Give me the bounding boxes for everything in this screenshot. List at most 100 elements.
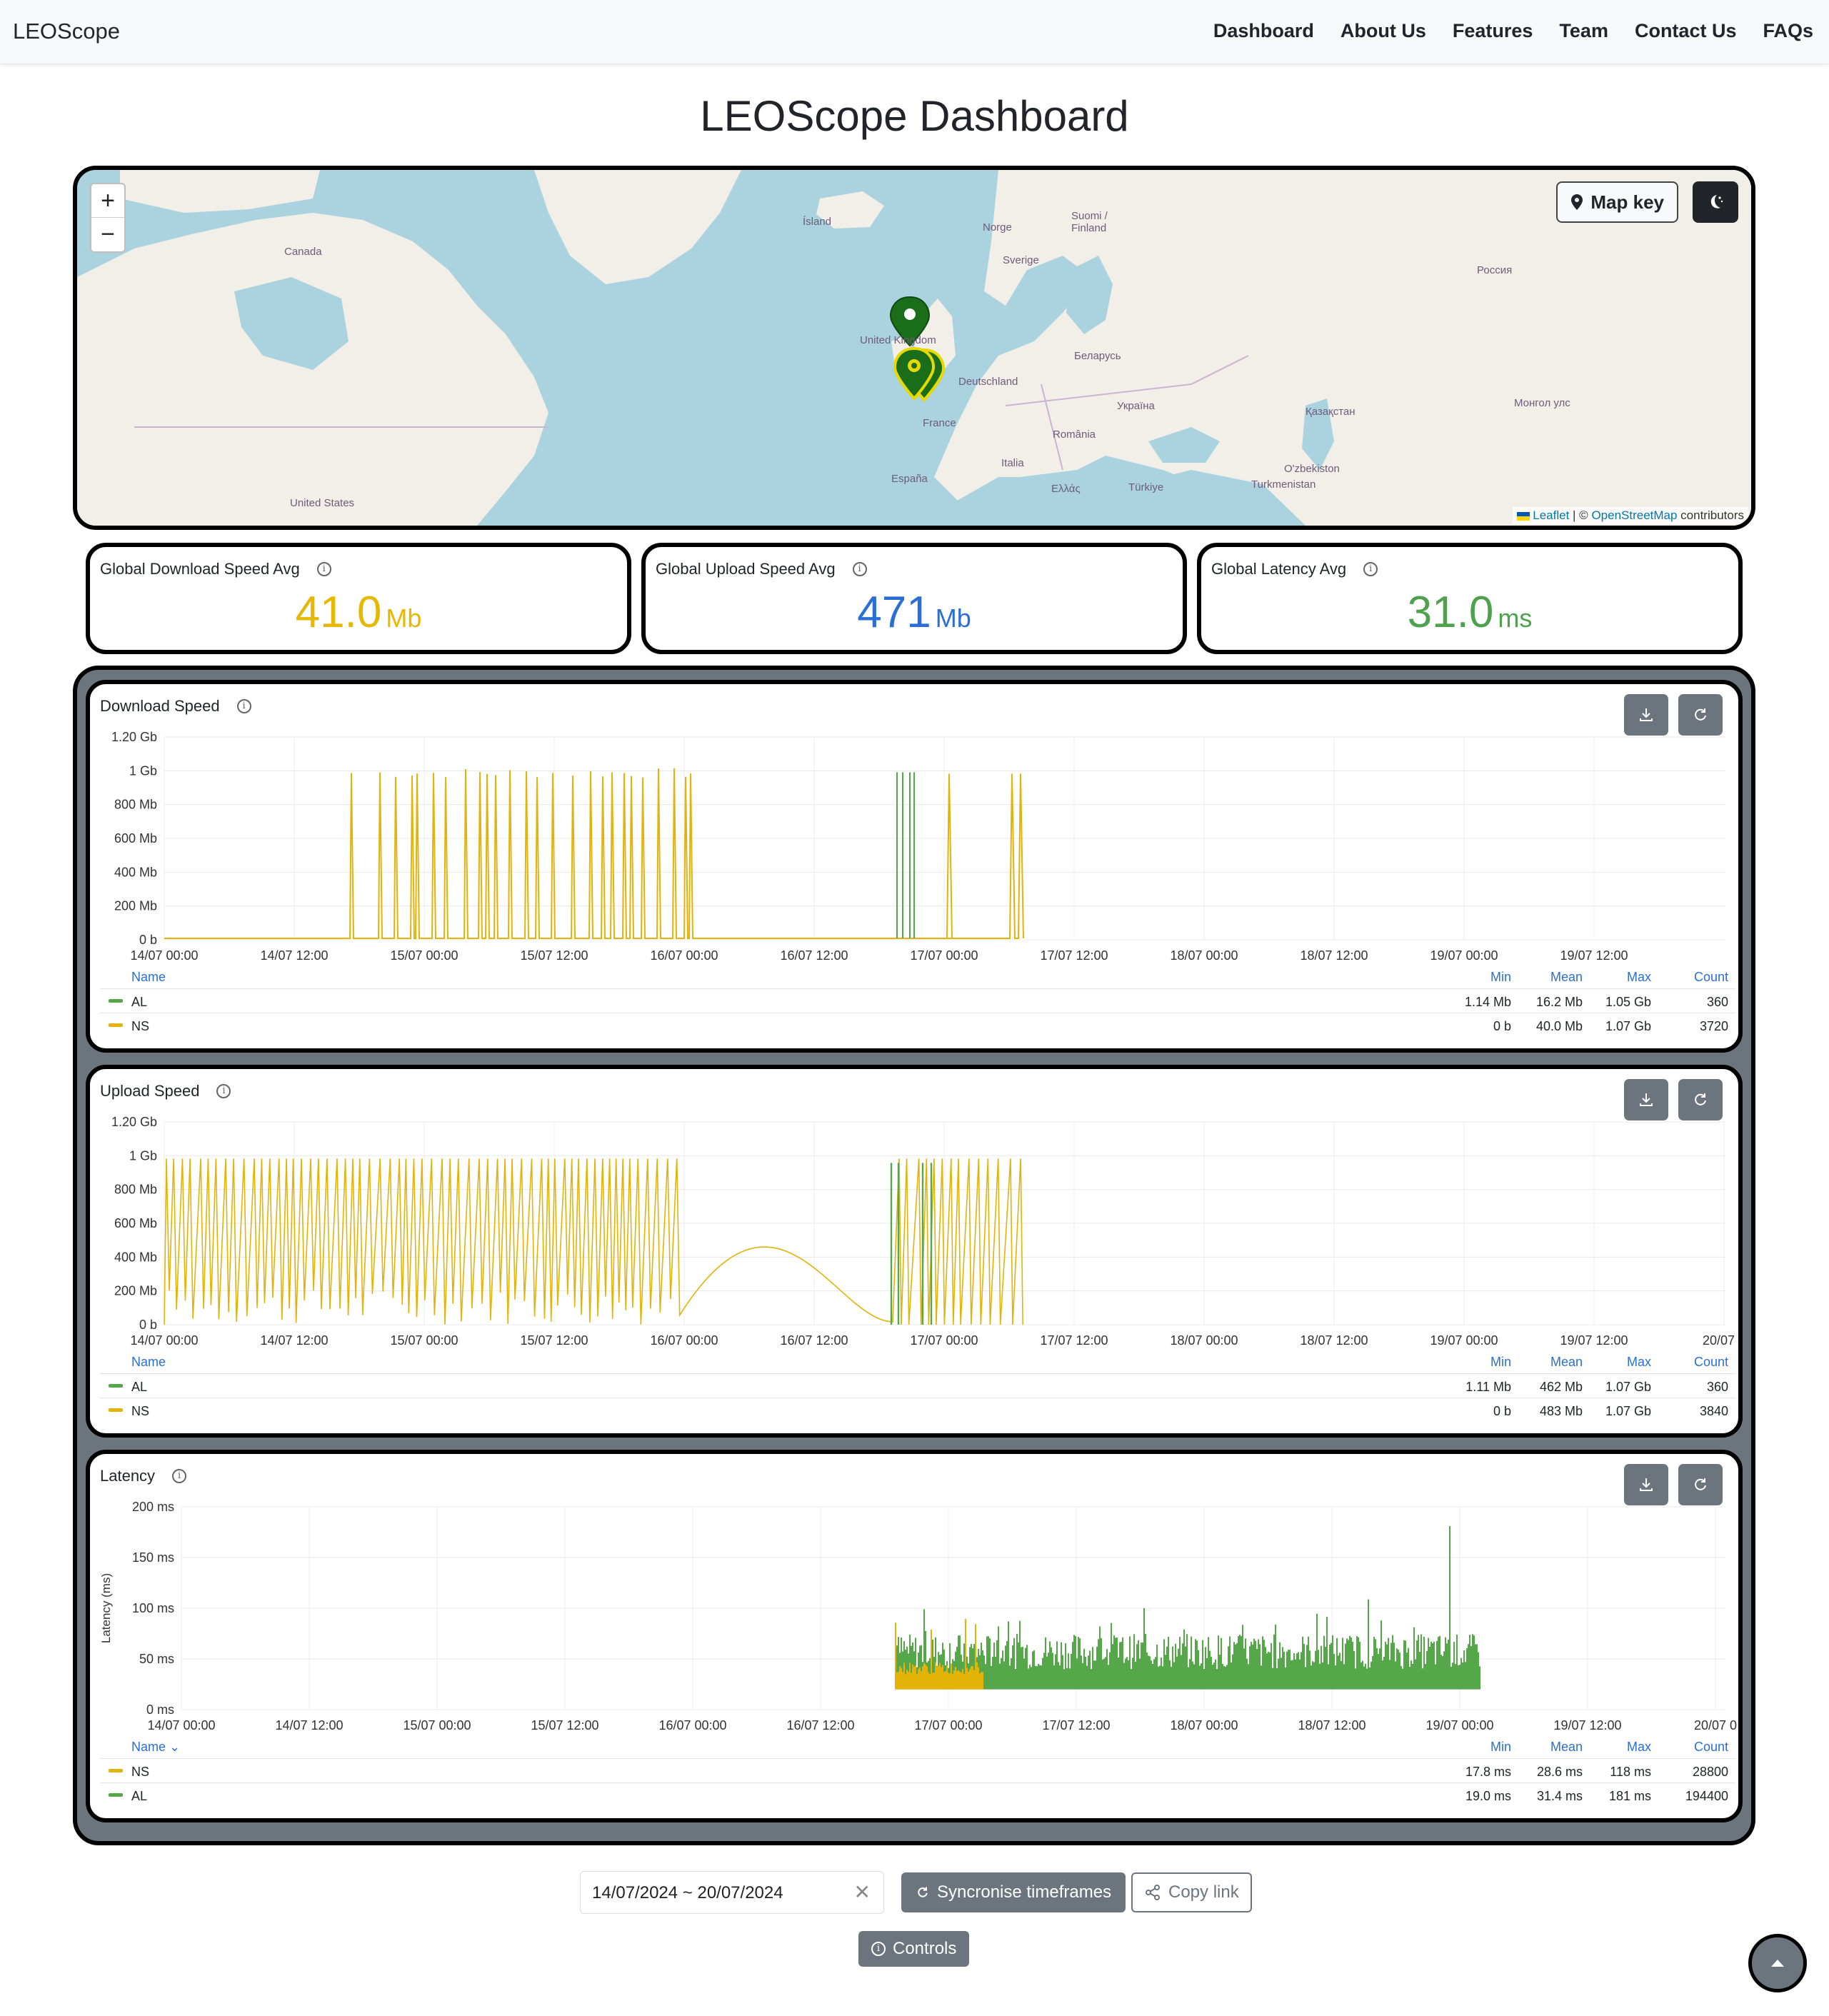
page-title: LEOScope Dashboard: [700, 92, 1129, 140]
series-swatch: [109, 1384, 123, 1388]
legend-header-count[interactable]: Count: [1694, 1740, 1728, 1755]
stat-title: Global Upload Speed Avg: [656, 560, 836, 578]
legend-header-min[interactable]: Min: [1490, 1355, 1511, 1370]
brand-logo[interactable]: LEOScope: [13, 19, 120, 44]
legend-header-name[interactable]: Name: [131, 970, 166, 985]
y-tick-label: 600 Mb: [114, 831, 157, 846]
nav-dashboard[interactable]: Dashboard: [1213, 20, 1314, 42]
share-icon: [1146, 1885, 1160, 1900]
chart-legend: Name Min Mean Max Count AL 1.11 Mb 462 M…: [100, 1349, 1735, 1422]
legend-mean: 462 Mb: [1539, 1380, 1583, 1394]
osm-link[interactable]: OpenStreetMap: [1591, 508, 1677, 522]
dark-mode-toggle[interactable]: [1693, 181, 1738, 223]
info-icon[interactable]: i: [852, 562, 867, 576]
x-tick-label: 17/07 00:00: [910, 948, 978, 963]
zoom-in-button[interactable]: +: [91, 184, 124, 218]
y-tick-label: 600 Mb: [114, 1216, 157, 1230]
y-tick-label: 100 ms: [132, 1601, 174, 1615]
chart-legend: Name Min Mean Max Count AL 1.14 Mb 16.2 …: [100, 964, 1735, 1037]
latency-plot[interactable]: 200 ms 150 ms 100 ms 50 ms 0 ms14/07 00:00 14…: [90, 1454, 1738, 1740]
x-tick-label: 19/07 12:00: [1560, 948, 1628, 963]
copy-link-button[interactable]: Copy link: [1131, 1872, 1252, 1912]
legend-row-ns[interactable]: NS 0 b 483 Mb 1.07 Gb 3840: [100, 1398, 1735, 1422]
upload-speed-plot[interactable]: 1.20 Gb1 Gb800 Mb600 Mb400 Mb200 Mb0 b14…: [90, 1069, 1738, 1355]
legend-min: 0 b: [1493, 1404, 1511, 1418]
legend-header-count[interactable]: Count: [1694, 1355, 1728, 1370]
legend-header-count[interactable]: Count: [1694, 970, 1728, 985]
y-tick-label: 1 Gb: [129, 763, 157, 778]
map-label: España: [891, 473, 928, 485]
map-label: Ελλάς: [1051, 483, 1081, 495]
clear-date-icon[interactable]: ✕: [854, 1880, 871, 1904]
legend-count: 194400: [1685, 1789, 1728, 1803]
legend-header-mean[interactable]: Mean: [1550, 1740, 1583, 1755]
series-line-al[interactable]: [895, 1525, 1480, 1690]
download-speed-plot[interactable]: 1.20 Gb1 Gb800 Mb600 Mb400 Mb200 Mb0 b14…: [90, 684, 1738, 970]
map[interactable]: Ísland Norge Sverige Suomi / Finland Can…: [73, 166, 1755, 530]
legend-header-max[interactable]: Max: [1627, 970, 1651, 985]
attribution-separator: | ©: [1569, 508, 1592, 522]
x-tick-label: 15/07 12:00: [531, 1718, 598, 1732]
y-tick-label: 0 b: [139, 933, 157, 947]
map-label: Deutschland: [958, 376, 1018, 388]
map-label: Sverige: [1003, 254, 1039, 266]
info-icon[interactable]: i: [1363, 562, 1378, 576]
zoom-out-button[interactable]: −: [91, 218, 124, 251]
stat-unit: ms: [1498, 603, 1533, 633]
legend-count: 360: [1706, 995, 1728, 1009]
map-label: Canada: [284, 246, 322, 258]
legend-series-name: NS: [131, 1765, 150, 1779]
sync-label: Syncronise timeframes: [937, 1882, 1112, 1902]
legend-row-ns[interactable]: NS 0 b 40.0 Mb 1.07 Gb 3720: [100, 1013, 1735, 1037]
legend-series-name: AL: [131, 1380, 148, 1394]
map-label: France: [923, 417, 956, 429]
legend-header-min[interactable]: Min: [1490, 970, 1511, 985]
zoom-control: + −: [90, 183, 126, 253]
map-label: O'zbekiston: [1284, 463, 1340, 475]
info-icon: i: [871, 1942, 886, 1956]
x-tick-label: 14/07 00:00: [130, 948, 198, 963]
x-tick-label: 18/07 12:00: [1300, 1333, 1368, 1348]
legend-header-name[interactable]: Name ⌄: [131, 1740, 180, 1755]
stat-value: 41.0 Mb: [90, 587, 627, 638]
legend-row-al[interactable]: AL 1.14 Mb 16.2 Mb 1.05 Gb 360: [100, 988, 1735, 1013]
x-tick-label: 16/07 00:00: [650, 1333, 718, 1348]
map-key-button[interactable]: Map key: [1556, 181, 1678, 223]
legend-header-max[interactable]: Max: [1627, 1740, 1651, 1755]
legend-header-name[interactable]: Name: [131, 1355, 166, 1370]
legend-header-max[interactable]: Max: [1627, 1355, 1651, 1370]
nav-faqs[interactable]: FAQs: [1763, 20, 1813, 42]
controls-button[interactable]: i Controls: [858, 1931, 970, 1967]
map-label: Norge: [983, 221, 1012, 234]
legend-series-name: AL: [131, 995, 148, 1009]
nav-contact-us[interactable]: Contact Us: [1635, 20, 1737, 42]
stat-title: Global Latency Avg: [1211, 560, 1347, 578]
stat-card-upload: Global Upload Speed Avg i 471 Mb: [641, 543, 1187, 654]
nav-features[interactable]: Features: [1453, 20, 1533, 42]
stat-number: 471: [857, 588, 931, 637]
legend-header-mean[interactable]: Mean: [1550, 970, 1583, 985]
legend-series-name: AL: [131, 1789, 148, 1803]
stat-number: 41.0: [295, 588, 382, 637]
sync-timeframes-button[interactable]: Syncronise timeframes: [901, 1872, 1126, 1912]
copy-link-label: Copy link: [1168, 1882, 1239, 1902]
nav-team[interactable]: Team: [1559, 20, 1608, 42]
map-label: Turkmenistan: [1251, 478, 1316, 491]
leaflet-link[interactable]: Leaflet: [1533, 508, 1569, 522]
info-icon[interactable]: i: [316, 562, 331, 576]
series-line-ns[interactable]: [164, 1158, 1023, 1325]
series-swatch: [109, 999, 123, 1003]
series-line-al[interactable]: [896, 772, 915, 938]
legend-header-min[interactable]: Min: [1490, 1740, 1511, 1755]
legend-row-al[interactable]: AL 1.11 Mb 462 Mb 1.07 Gb 360: [100, 1373, 1735, 1398]
map-label: Suomi / Finland: [1071, 210, 1108, 234]
legend-row-al[interactable]: AL 19.0 ms 31.4 ms 181 ms 194400: [100, 1782, 1735, 1807]
x-tick-label: 18/07 00:00: [1170, 1333, 1238, 1348]
date-range-picker[interactable]: 14/07/2024 ~ 20/07/2024 ✕: [580, 1871, 884, 1914]
nav-about-us[interactable]: About Us: [1341, 20, 1426, 42]
x-tick-label: 16/07 00:00: [658, 1718, 726, 1732]
legend-row-ns[interactable]: NS 17.8 ms 28.6 ms 118 ms 28800: [100, 1758, 1735, 1782]
scroll-to-top-button[interactable]: [1748, 1934, 1807, 1992]
legend-header-mean[interactable]: Mean: [1550, 1355, 1583, 1370]
series-line-ns[interactable]: [164, 768, 1024, 939]
